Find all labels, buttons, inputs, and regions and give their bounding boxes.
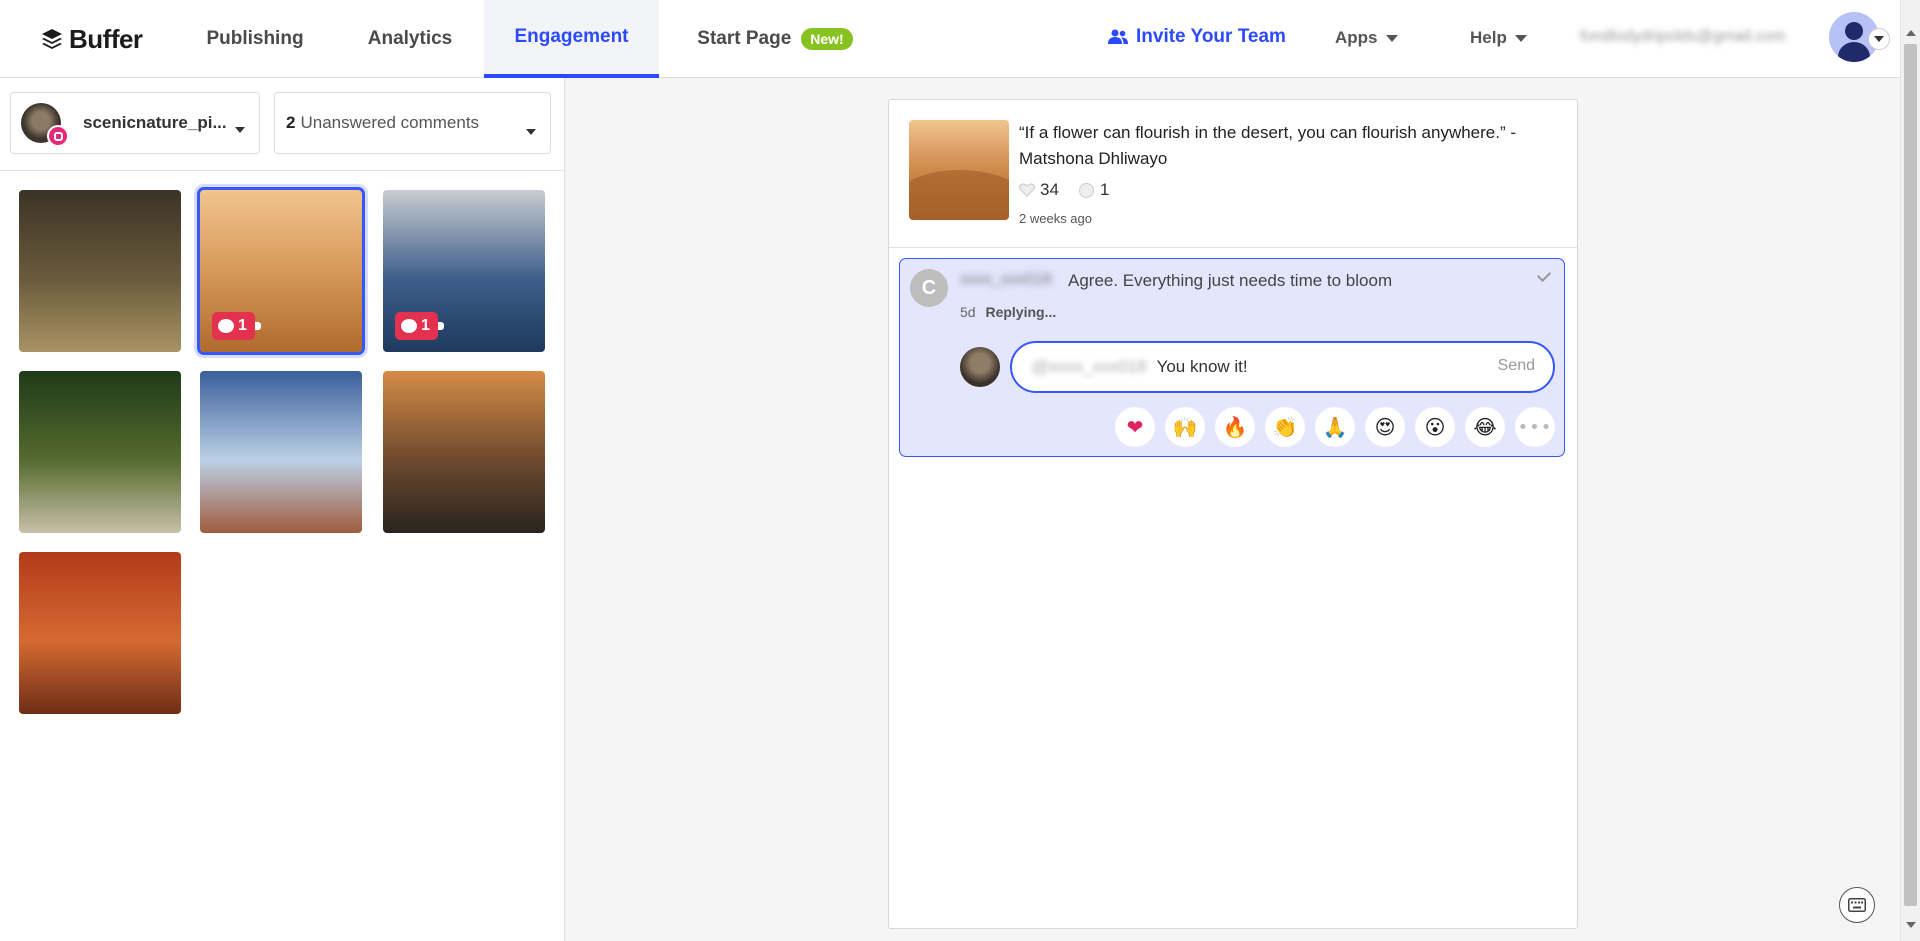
comment-count: 1 — [238, 317, 247, 334]
instagram-icon — [47, 125, 69, 147]
keyboard-icon — [1848, 898, 1866, 912]
scroll-down-icon[interactable] — [1906, 922, 1916, 928]
emoji-heart-button[interactable]: ❤ — [1115, 407, 1155, 447]
commenter-username[interactable]: xxxx_xxx018 — [960, 271, 1052, 289]
emoji-laugh-button[interactable]: 😂 — [1465, 407, 1505, 447]
tab-start-page[interactable]: Start Page New! — [680, 0, 870, 78]
account-name: scenicnature_pi... — [83, 113, 227, 132]
logo-text: Buffer — [69, 23, 143, 54]
post-timestamp: 2 weeks ago — [1019, 211, 1092, 226]
keyboard-shortcuts-button[interactable] — [1839, 887, 1875, 923]
help-menu[interactable]: Help — [1470, 28, 1527, 48]
comment-text: Agree. Everything just needs time to blo… — [1068, 271, 1393, 290]
reply-status: Replying... — [985, 304, 1057, 320]
tab-analytics[interactable]: Analytics — [340, 0, 480, 78]
post-caption: “If a flower can flourish in the desert,… — [1019, 123, 1517, 168]
emoji-raised-hands-button[interactable]: 🙌 — [1165, 407, 1205, 447]
emoji-pray-button[interactable]: 🙏 — [1315, 407, 1355, 447]
comment-count-badge: 1 — [395, 312, 444, 340]
comments-filter[interactable]: 2 Unanswered comments — [274, 92, 551, 154]
comment-meta: 5d Replying... — [960, 304, 1056, 320]
comment-icon — [218, 319, 234, 333]
comment-icon — [1078, 182, 1094, 198]
comment-item[interactable]: C xxxx_xxx018 Agree. Everything just nee… — [899, 258, 1565, 457]
reply-text[interactable]: You know it! — [1157, 357, 1248, 377]
divider — [889, 247, 1577, 248]
reply-mention: @xxxx_xxx018 — [1032, 357, 1147, 376]
post-thumbnail-forest-sunbeams[interactable] — [19, 190, 181, 352]
emoji-clap-button[interactable]: 👏 — [1265, 407, 1305, 447]
apps-menu[interactable]: Apps — [1335, 28, 1398, 48]
invite-team-button[interactable]: Invite Your Team — [1108, 26, 1286, 48]
post-thumbnail-autumn-forest[interactable] — [19, 552, 181, 714]
posts-panel: scenicnature_pi... 2 Unanswered comments… — [0, 78, 565, 941]
post-thumbnail-desert-dunes[interactable]: 1 — [197, 187, 365, 355]
commenter-avatar: C — [910, 269, 948, 307]
post-thumbnail[interactable] — [909, 120, 1009, 220]
comments-total: 1 — [1099, 180, 1110, 199]
account-menu-toggle[interactable] — [1868, 28, 1890, 50]
buffer-logo-icon — [42, 29, 62, 49]
reply-input[interactable]: @xxxx_xxx018 You know it! Send — [1010, 341, 1555, 393]
chevron-down-icon — [526, 129, 536, 135]
account-avatar — [21, 103, 69, 147]
likes-count: 34 — [1040, 180, 1059, 199]
comment-count: 1 — [421, 317, 430, 334]
emoji-reactions: ❤ 🙌 🔥 👏 🙏 😍 😮 😂 ••• — [1115, 407, 1555, 447]
emoji-fire-button[interactable]: 🔥 — [1215, 407, 1255, 447]
chevron-down-icon — [1874, 36, 1884, 42]
emoji-surprised-button[interactable]: 😮 — [1415, 407, 1455, 447]
post-thumbnail-tree-lined-road[interactable] — [19, 371, 181, 533]
tab-engagement[interactable]: Engagement — [484, 0, 659, 78]
filter-bar: scenicnature_pi... 2 Unanswered comments — [0, 78, 564, 171]
comments-count: 2 — [286, 113, 296, 132]
post-detail-card: “If a flower can flourish in the desert,… — [888, 99, 1578, 929]
top-navigation: Buffer Publishing Analytics Engagement S… — [0, 0, 1900, 78]
chevron-down-icon — [235, 127, 245, 133]
comment-age: 5d — [960, 304, 976, 320]
reply-avatar — [960, 347, 1000, 387]
account-selector[interactable]: scenicnature_pi... — [10, 92, 260, 154]
post-stats: 34 1 — [1019, 180, 1109, 200]
chevron-down-icon — [1385, 34, 1398, 42]
check-icon[interactable] — [1536, 267, 1552, 283]
chevron-down-icon — [1514, 34, 1527, 42]
more-emoji-button[interactable]: ••• — [1515, 407, 1555, 447]
scroll-up-icon[interactable] — [1906, 30, 1916, 36]
comments-filter-label: Unanswered comments — [300, 113, 480, 132]
post-thumbnail-desert-highway[interactable] — [200, 371, 362, 533]
page-scrollbar[interactable] — [1900, 0, 1920, 941]
new-badge: New! — [801, 28, 853, 50]
post-thumbnail-sunset-sea[interactable] — [383, 371, 545, 533]
send-button[interactable]: Send — [1498, 357, 1535, 375]
comment-icon — [401, 319, 417, 333]
scroll-thumb[interactable] — [1904, 44, 1917, 906]
comment-count-badge: 1 — [212, 312, 261, 340]
team-icon — [1108, 29, 1128, 44]
tab-publishing[interactable]: Publishing — [180, 0, 330, 78]
emoji-heart-eyes-button[interactable]: 😍 — [1365, 407, 1405, 447]
heart-icon — [1019, 183, 1035, 197]
buffer-logo[interactable]: Buffer — [41, 24, 143, 54]
post-thumbnail-ocean-waves[interactable]: 1 — [383, 190, 545, 352]
user-email: fondlodydripolds@gmail.com — [1580, 28, 1786, 45]
